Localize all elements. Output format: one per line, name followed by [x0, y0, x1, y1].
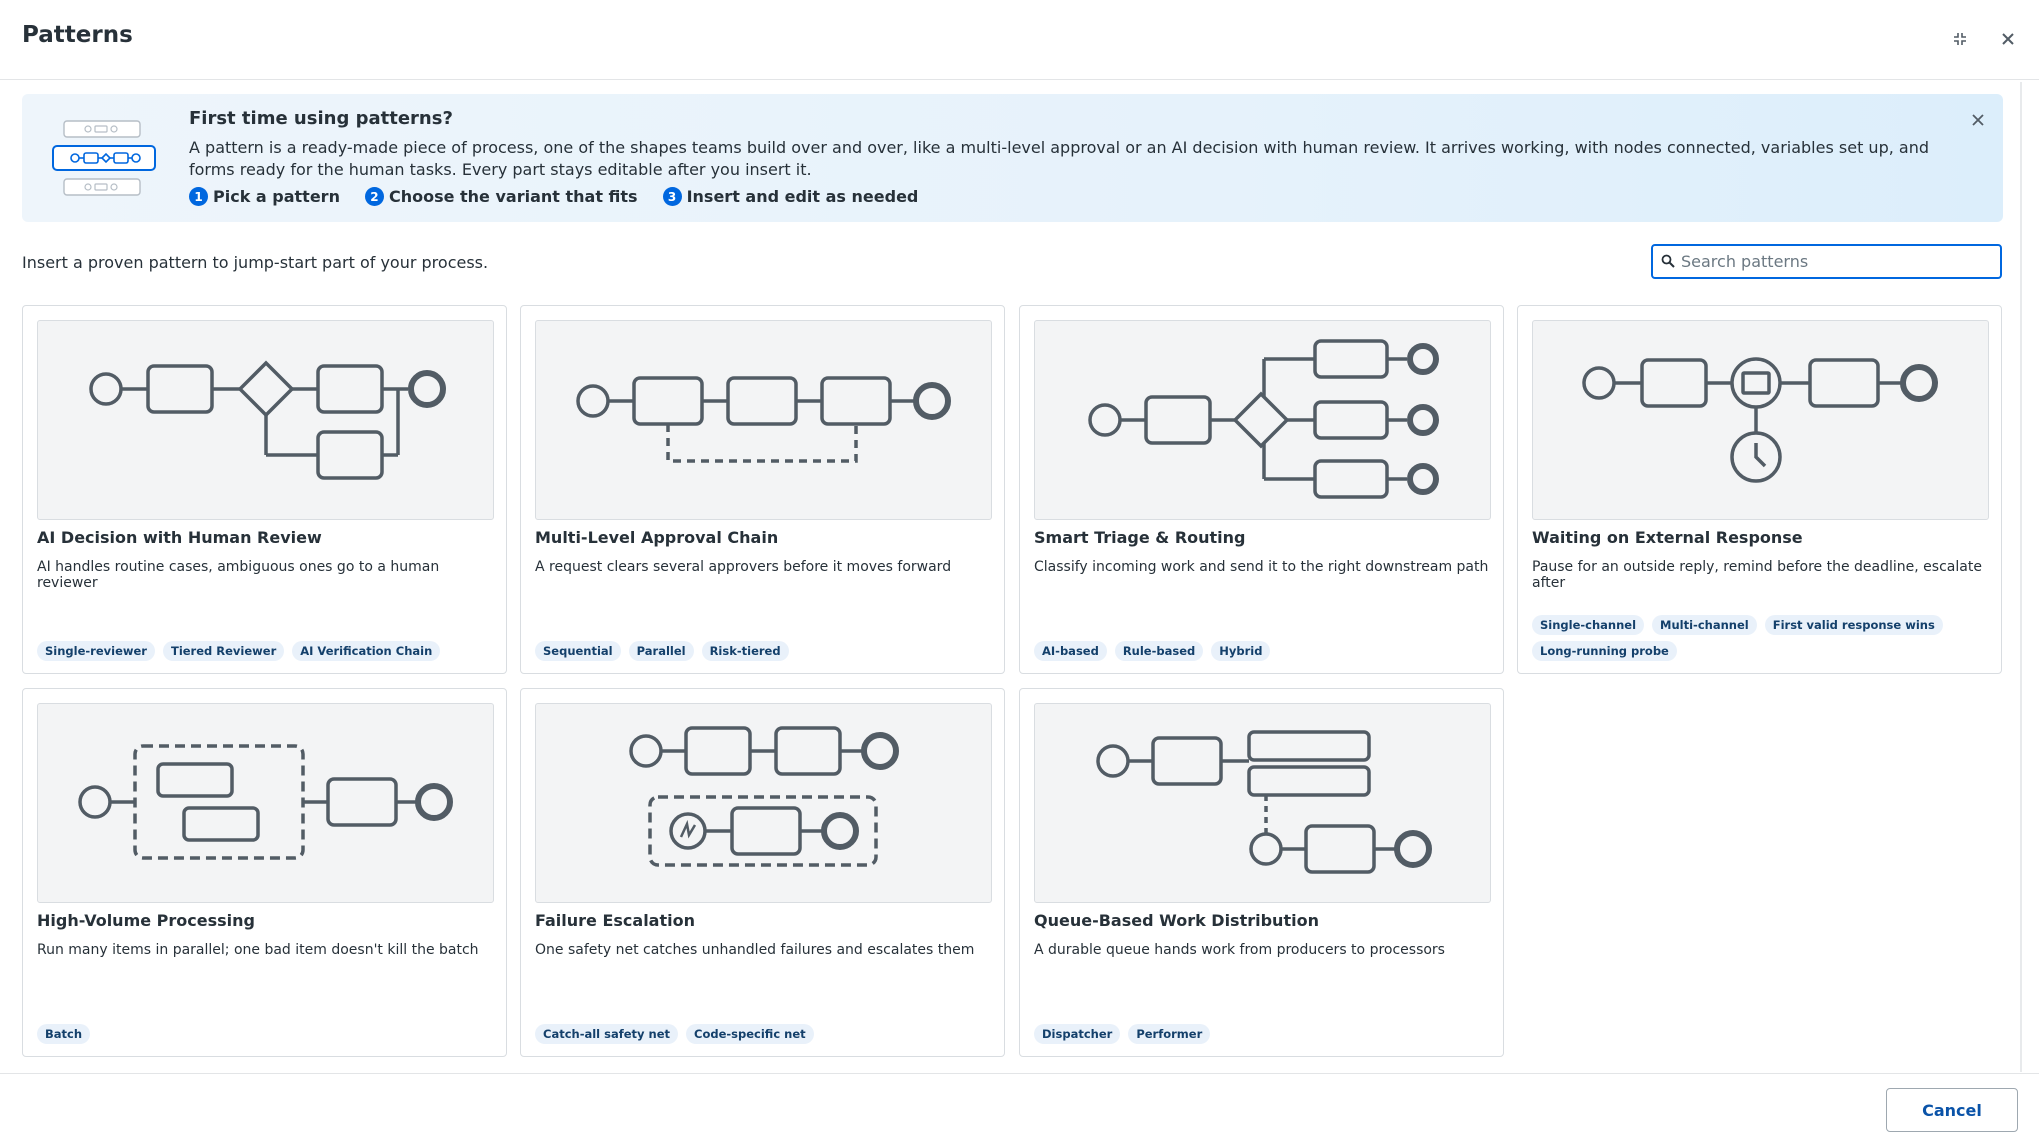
pattern-thumbnail	[1034, 320, 1491, 520]
variant-tag: Rule-based	[1114, 641, 1204, 661]
step-1: 1 Pick a pattern	[189, 187, 340, 206]
card-tags: Single-channel Multi-channel First valid…	[1532, 615, 1992, 661]
card-description: Classify incoming work and send it to th…	[1034, 559, 1489, 575]
pattern-card-high-volume[interactable]: High-Volume Processing Run many items in…	[22, 688, 507, 1057]
search-icon	[1661, 254, 1675, 268]
variant-tag: Long-running probe	[1532, 641, 1677, 661]
card-tags: Single-reviewer Tiered Reviewer AI Verif…	[37, 641, 497, 661]
variant-tag: Dispatcher	[1034, 1024, 1121, 1044]
variant-tag: Batch	[37, 1024, 91, 1044]
card-title: Multi-Level Approval Chain	[535, 528, 779, 547]
variant-tag: Performer	[1128, 1024, 1211, 1044]
dialog-footer: Cancel	[0, 1073, 2039, 1140]
card-title: Smart Triage & Routing	[1034, 528, 1246, 547]
card-title: Queue-Based Work Distribution	[1034, 911, 1319, 930]
variant-tag: Parallel	[628, 641, 694, 661]
close-button[interactable]	[1995, 26, 2021, 52]
variant-tag: AI Verification Chain	[292, 641, 441, 661]
pattern-card-ai-decision[interactable]: AI Decision with Human Review AI handles…	[22, 305, 507, 674]
variant-tag: Hybrid	[1211, 641, 1271, 661]
step-label: Choose the variant that fits	[388, 187, 638, 206]
variant-tag: Tiered Reviewer	[162, 641, 285, 661]
pattern-grid: AI Decision with Human Review AI handles…	[22, 305, 2003, 1057]
pattern-illustration	[52, 120, 156, 196]
pattern-thumbnail	[37, 320, 494, 520]
pattern-thumbnail	[37, 703, 494, 903]
variant-tag: Code-specific net	[686, 1024, 814, 1044]
step-number: 2	[364, 187, 384, 206]
card-tags: Catch-all safety net Code-specific net	[535, 1024, 995, 1044]
step-label: Pick a pattern	[213, 187, 340, 206]
pattern-card-multi-level-approval[interactable]: Multi-Level Approval Chain A request cle…	[520, 305, 1005, 674]
cancel-button[interactable]: Cancel	[1886, 1088, 2018, 1132]
variant-tag: Single-channel	[1532, 615, 1645, 635]
card-description: AI handles routine cases, ambiguous ones…	[37, 559, 440, 591]
card-description: Pause for an outside reply, remind befor…	[1532, 559, 1982, 591]
dialog-header: Patterns	[0, 0, 2039, 80]
search-input[interactable]	[1681, 248, 1996, 275]
pattern-thumbnail	[1532, 320, 1989, 520]
pattern-card-queue-distribution[interactable]: Queue-Based Work Distribution A durable …	[1019, 688, 1504, 1057]
pattern-card-waiting-external[interactable]: Waiting on External Response Pause for a…	[1517, 305, 2002, 674]
collapse-button[interactable]	[1947, 26, 1973, 52]
banner-close-button[interactable]	[1967, 109, 1989, 131]
variant-tag: First valid response wins	[1764, 615, 1943, 635]
close-icon	[2002, 33, 2014, 45]
onboarding-banner: First time using patterns? A pattern is …	[22, 94, 2003, 222]
variant-tag: Risk-tiered	[701, 641, 789, 661]
intro-text: Insert a proven pattern to jump-start pa…	[22, 253, 489, 272]
pattern-thumbnail	[535, 703, 992, 903]
card-description: One safety net catches unhandled failure…	[535, 942, 975, 958]
variant-tag: Catch-all safety net	[535, 1024, 679, 1044]
pattern-card-smart-triage[interactable]: Smart Triage & Routing Classify incoming…	[1019, 305, 1504, 674]
card-description: A request clears several approvers befor…	[535, 559, 952, 575]
card-tags: Batch	[37, 1024, 497, 1044]
step-2: 2 Choose the variant that fits	[364, 187, 638, 206]
banner-description: A pattern is a ready-made piece of proce…	[189, 138, 1929, 179]
banner-title: First time using patterns?	[189, 108, 453, 129]
card-tags: Dispatcher Performer	[1034, 1024, 1494, 1044]
dialog-title: Patterns	[22, 22, 133, 48]
card-tags: AI-based Rule-based Hybrid	[1034, 641, 1494, 661]
step-label: Insert and edit as needed	[686, 187, 919, 206]
variant-tag: Sequential	[535, 641, 621, 661]
variant-tag: Multi-channel	[1652, 615, 1757, 635]
card-title: High-Volume Processing	[37, 911, 255, 930]
close-icon	[1972, 114, 1984, 126]
pattern-thumbnail	[535, 320, 992, 520]
pattern-card-failure-escalation[interactable]: Failure Escalation One safety net catche…	[520, 688, 1005, 1057]
card-title: Failure Escalation	[535, 911, 695, 930]
scrollbar[interactable]	[2020, 82, 2022, 1072]
search-box[interactable]	[1651, 244, 2002, 279]
card-title: AI Decision with Human Review	[37, 528, 322, 547]
banner-steps: 1 Pick a pattern 2 Choose the variant th…	[189, 187, 943, 206]
step-number: 1	[189, 187, 208, 206]
card-description: A durable queue hands work from producer…	[1034, 942, 1445, 958]
card-description: Run many items in parallel; one bad item…	[37, 942, 479, 958]
variant-tag: Single-reviewer	[37, 641, 155, 661]
pattern-thumbnail	[1034, 703, 1491, 903]
variant-tag: AI-based	[1034, 641, 1107, 661]
collapse-icon	[1954, 33, 1966, 45]
step-3: 3 Insert and edit as needed	[662, 187, 919, 206]
card-title: Waiting on External Response	[1532, 528, 1803, 547]
step-number: 3	[662, 187, 682, 206]
card-tags: Sequential Parallel Risk-tiered	[535, 641, 995, 661]
